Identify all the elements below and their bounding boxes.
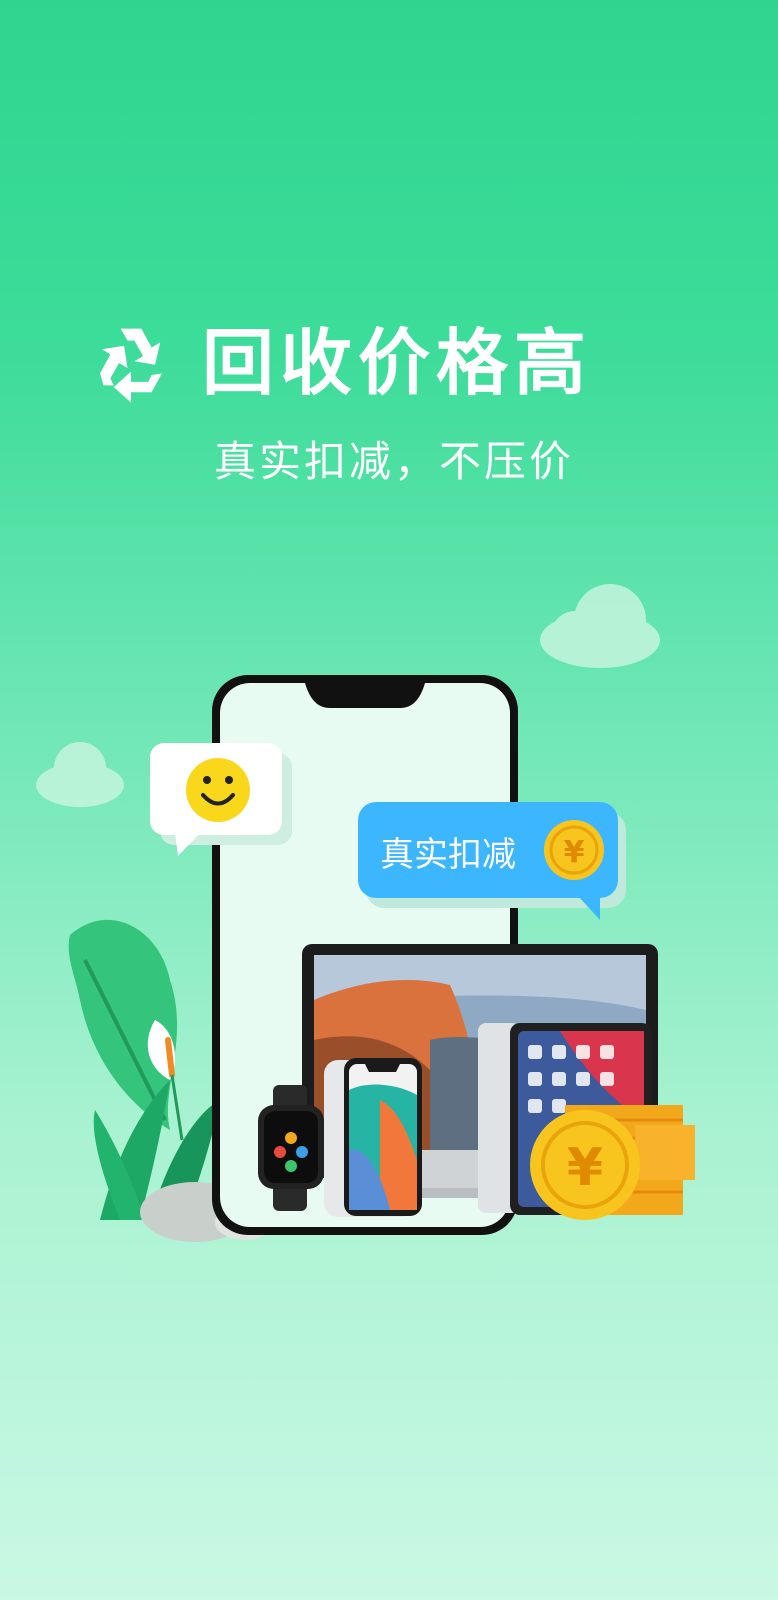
cloud-icon bbox=[36, 742, 124, 807]
coin-stack-illustration: ¥ bbox=[530, 1105, 695, 1220]
svg-text:¥: ¥ bbox=[567, 1138, 603, 1198]
chat-bubble-deduction: 真实扣减 ¥ bbox=[358, 802, 626, 920]
coin-icon: ¥ bbox=[530, 1110, 640, 1220]
coin-icon: ¥ bbox=[544, 820, 604, 880]
cloud-icon bbox=[540, 584, 660, 668]
smartphone-illustration bbox=[324, 1058, 422, 1217]
smiley-face-icon bbox=[186, 758, 250, 822]
illustration: 真实扣减 ¥ ¥ bbox=[36, 584, 695, 1242]
chat-bubble-smiley bbox=[150, 743, 292, 856]
bubble-label: 真实扣减 bbox=[380, 835, 516, 875]
svg-text:¥: ¥ bbox=[564, 835, 585, 870]
